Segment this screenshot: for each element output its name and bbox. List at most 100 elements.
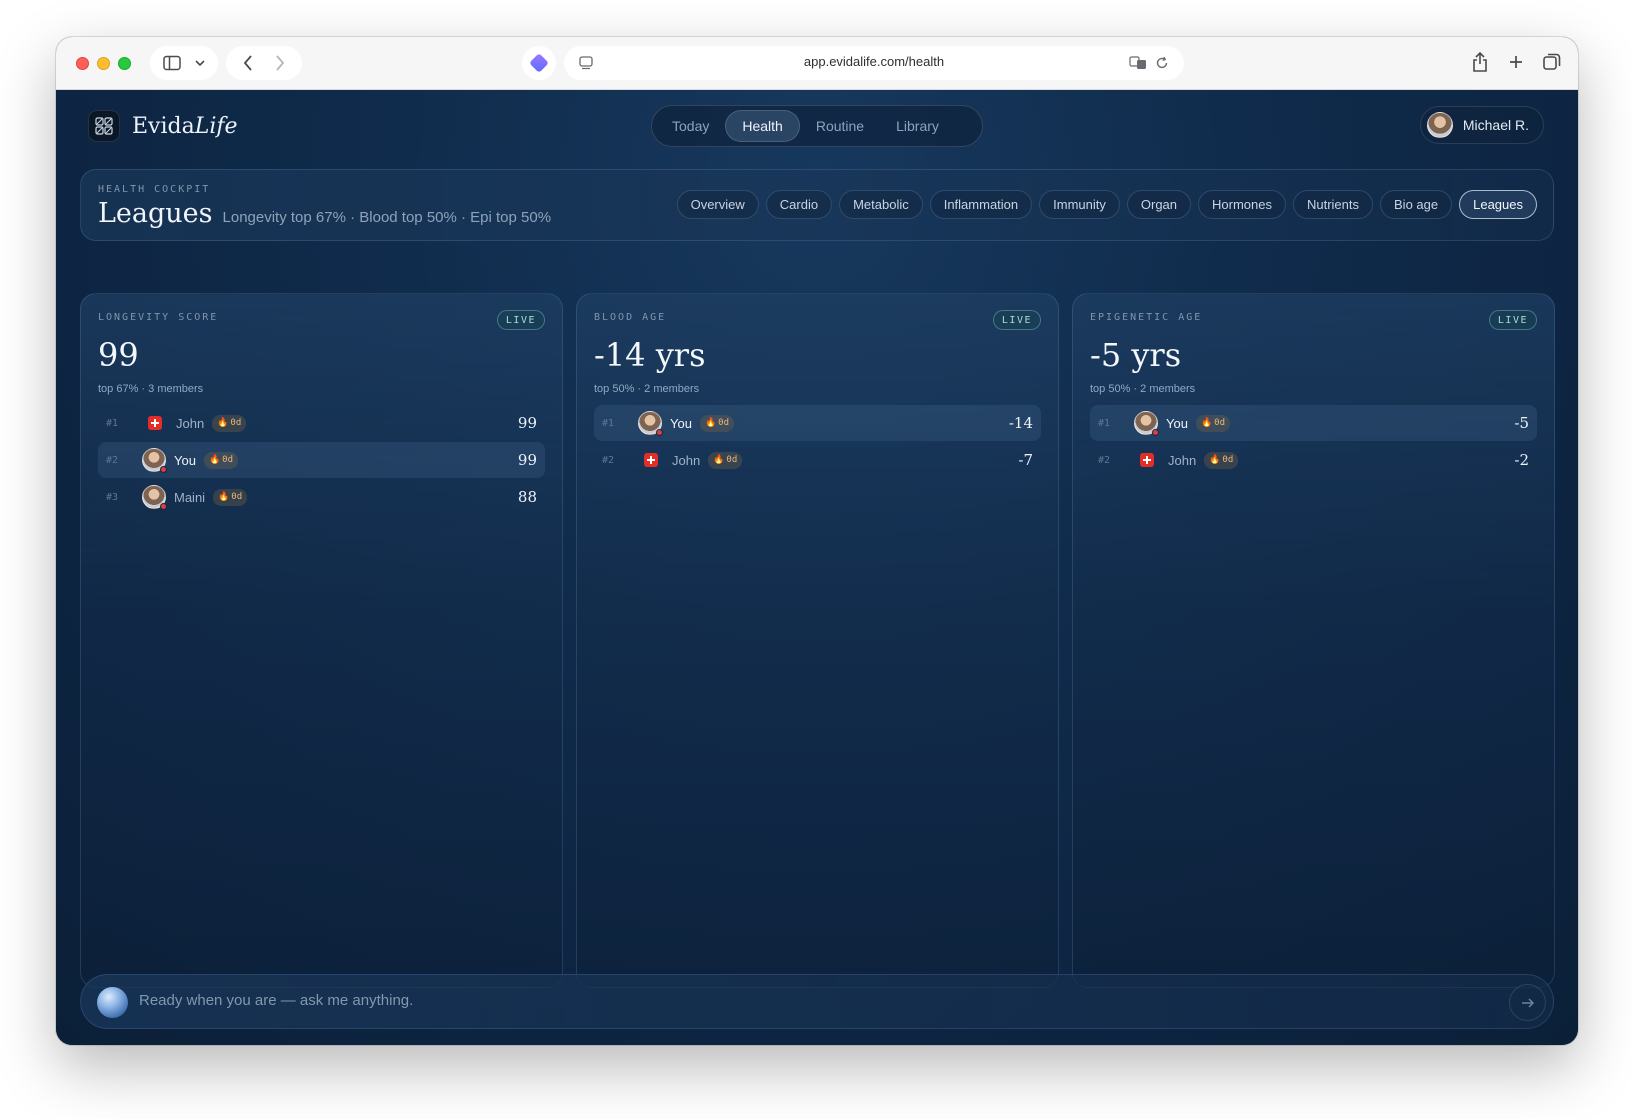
leaderboard: #1 You 🔥 0d -14 #2 John 🔥 0d -7	[594, 405, 1041, 479]
tab-cardio[interactable]: Cardio	[765, 190, 833, 219]
cockpit-subtitle: Longevity top 67% · Blood top 50% · Epi …	[222, 209, 552, 226]
member-avatar	[1134, 411, 1159, 436]
flag-dot-icon	[656, 429, 663, 436]
topnav-today[interactable]: Today	[656, 110, 725, 142]
leaderboard-row-you[interactable]: #2 You 🔥 0d 99	[98, 442, 545, 478]
member-score: -7	[1018, 451, 1033, 469]
reload-icon[interactable]	[1148, 49, 1176, 77]
swiss-flag-icon	[644, 453, 658, 467]
history-controls	[226, 46, 302, 80]
card-eyebrow: BLOOD AGE	[594, 312, 667, 323]
sidebar-toggle-icon[interactable]	[158, 49, 186, 77]
extension-diamond-icon	[529, 53, 549, 73]
tab-bio-age[interactable]: Bio age	[1380, 190, 1453, 219]
brand[interactable]: EvidaLife	[88, 110, 238, 142]
card-value: 99	[98, 336, 139, 374]
brand-name-regular: Evida	[132, 113, 195, 139]
member-name: You	[174, 452, 196, 468]
rank-label: #3	[106, 491, 119, 503]
flame-icon: 🔥	[218, 492, 230, 502]
streak-badge: 🔥 0d	[212, 414, 247, 432]
member-name: You	[1166, 415, 1188, 431]
minimize-window-button[interactable]	[97, 57, 110, 70]
close-window-button[interactable]	[76, 57, 89, 70]
cockpit-title-group: Leagues Longevity top 67% · Blood top 50…	[98, 198, 551, 229]
share-icon[interactable]	[1466, 48, 1494, 76]
league-cards: LONGEVITY SCORE LIVE 99 top 67% · 3 memb…	[80, 293, 1555, 988]
health-cockpit-header: HEALTH COCKPIT Leagues Longevity top 67%…	[80, 169, 1554, 241]
leaderboard-row[interactable]: #3 Maini 🔥 0d 88	[98, 479, 545, 515]
brand-name-italic: Life	[194, 113, 238, 139]
tab-nutrients[interactable]: Nutrients	[1292, 190, 1374, 219]
flame-icon: 🔥	[704, 418, 717, 428]
leaderboard: #1 You 🔥 0d -5 #2 John 🔥 0d -2	[1090, 405, 1537, 479]
topnav-health[interactable]: Health	[725, 110, 800, 142]
blood-age-card: BLOOD AGE LIVE -14 yrs top 50% · 2 membe…	[576, 293, 1059, 988]
card-value: -14 yrs	[594, 336, 706, 374]
member-score: 99	[517, 414, 537, 432]
address-bar[interactable]: app.evidalife.com/health	[564, 46, 1184, 80]
flame-icon: 🔥	[217, 418, 229, 428]
brand-name: EvidaLife	[132, 114, 238, 139]
live-badge: LIVE	[992, 310, 1041, 330]
streak-value: 0d	[718, 418, 729, 428]
leaderboard-row[interactable]: #2 John 🔥 0d -2	[1090, 442, 1537, 478]
leaderboard-row[interactable]: #1 John 🔥 0d 99	[98, 405, 545, 441]
topnav-routine[interactable]: Routine	[800, 110, 880, 142]
extension-button[interactable]	[522, 46, 556, 80]
user-name: Michael R.	[1462, 117, 1529, 133]
tab-hormones[interactable]: Hormones	[1198, 190, 1286, 219]
user-menu-button[interactable]: Michael R.	[1419, 106, 1544, 144]
new-tab-plus-icon[interactable]	[1502, 48, 1530, 76]
swiss-flag-icon	[148, 416, 162, 430]
streak-badge: 🔥 0d	[203, 451, 238, 469]
card-meta: top 67% · 3 members	[98, 383, 204, 395]
streak-value: 0d	[222, 455, 233, 465]
forward-arrow-icon[interactable]	[266, 49, 294, 77]
assistant-chat-bar	[80, 974, 1554, 1029]
tab-metabolic[interactable]: Metabolic	[839, 190, 923, 219]
leaderboard-row-you[interactable]: #1 You 🔥 0d -14	[594, 405, 1041, 441]
card-meta: top 50% · 2 members	[1090, 383, 1196, 395]
flame-icon: 🔥	[1209, 455, 1221, 465]
window-controls	[76, 57, 131, 70]
member-score: -5	[1514, 414, 1529, 432]
leaderboard-row[interactable]: #2 John 🔥 0d -7	[594, 442, 1041, 478]
live-badge: LIVE	[496, 310, 545, 330]
chevron-down-icon[interactable]	[190, 49, 210, 77]
streak-badge: 🔥 0d	[1195, 414, 1230, 432]
member-avatar	[638, 411, 663, 436]
topnav-library[interactable]: Library	[880, 110, 955, 142]
browser-toolbar: app.evidalife.com/health	[56, 37, 1578, 90]
back-arrow-icon[interactable]	[234, 49, 262, 77]
rank-label: #2	[1098, 454, 1111, 466]
browser-actions	[1466, 48, 1566, 76]
rank-label: #1	[106, 417, 119, 429]
tab-inflammation[interactable]: Inflammation	[929, 190, 1033, 219]
rank-label: #2	[602, 454, 615, 466]
send-button[interactable]	[1509, 984, 1546, 1021]
member-name: John	[672, 452, 701, 468]
tab-organ[interactable]: Organ	[1126, 190, 1192, 219]
browser-window: app.evidalife.com/health EvidaLife Today…	[56, 37, 1578, 1045]
streak-value: 0d	[1214, 418, 1225, 428]
member-score: 99	[517, 451, 537, 469]
tab-overview-icon[interactable]	[1538, 48, 1566, 76]
brand-logo-icon	[88, 110, 120, 142]
member-score: -14	[1008, 414, 1033, 432]
top-navigation: Today Health Routine Library	[651, 105, 983, 147]
streak-value: 0d	[1222, 455, 1234, 465]
tab-leagues[interactable]: Leagues	[1459, 190, 1537, 219]
streak-badge: 🔥 0d	[1204, 451, 1239, 469]
member-name: John	[176, 415, 205, 431]
zoom-window-button[interactable]	[118, 57, 131, 70]
chat-input[interactable]	[139, 992, 1439, 1009]
leaderboard-row-you[interactable]: #1 You 🔥 0d -5	[1090, 405, 1537, 441]
tab-overview[interactable]: Overview	[676, 190, 759, 219]
streak-badge: 🔥 0d	[708, 451, 743, 469]
flame-icon: 🔥	[1200, 418, 1213, 428]
tab-immunity[interactable]: Immunity	[1039, 190, 1120, 219]
streak-value: 0d	[231, 492, 243, 502]
member-name: Maini	[174, 489, 206, 505]
card-eyebrow: EPIGENETIC AGE	[1090, 312, 1203, 323]
